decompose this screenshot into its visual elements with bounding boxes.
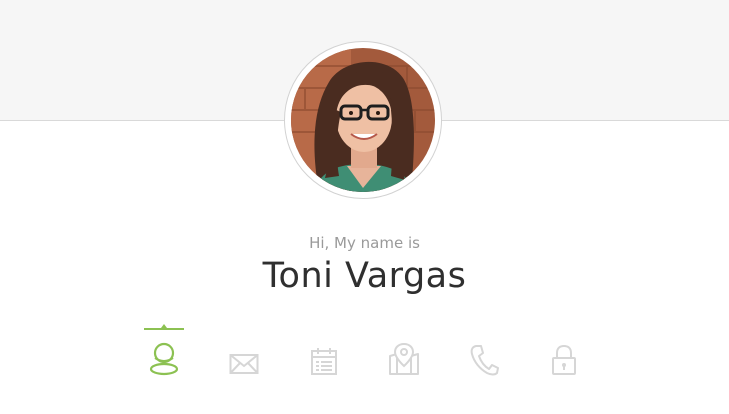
phone-icon xyxy=(470,345,499,376)
map-pin-icon xyxy=(389,342,419,375)
profile-name: Toni Vargas xyxy=(262,256,467,296)
tab-email[interactable] xyxy=(204,328,284,378)
avatar-frame xyxy=(284,41,442,199)
profile-tabs xyxy=(124,324,604,378)
user-icon xyxy=(149,342,179,376)
active-tab-arrow xyxy=(161,324,167,328)
active-tab-indicator xyxy=(144,328,184,330)
tab-location[interactable] xyxy=(364,328,444,378)
tab-phone[interactable] xyxy=(444,328,524,378)
avatar xyxy=(291,48,435,192)
intro-text: Hi, My name is xyxy=(309,234,420,252)
tab-password[interactable] xyxy=(524,328,604,378)
tab-calendar[interactable] xyxy=(284,328,364,378)
tab-about[interactable] xyxy=(124,324,204,378)
envelope-icon xyxy=(229,354,259,374)
calendar-icon xyxy=(311,348,337,375)
lock-icon xyxy=(552,344,576,375)
